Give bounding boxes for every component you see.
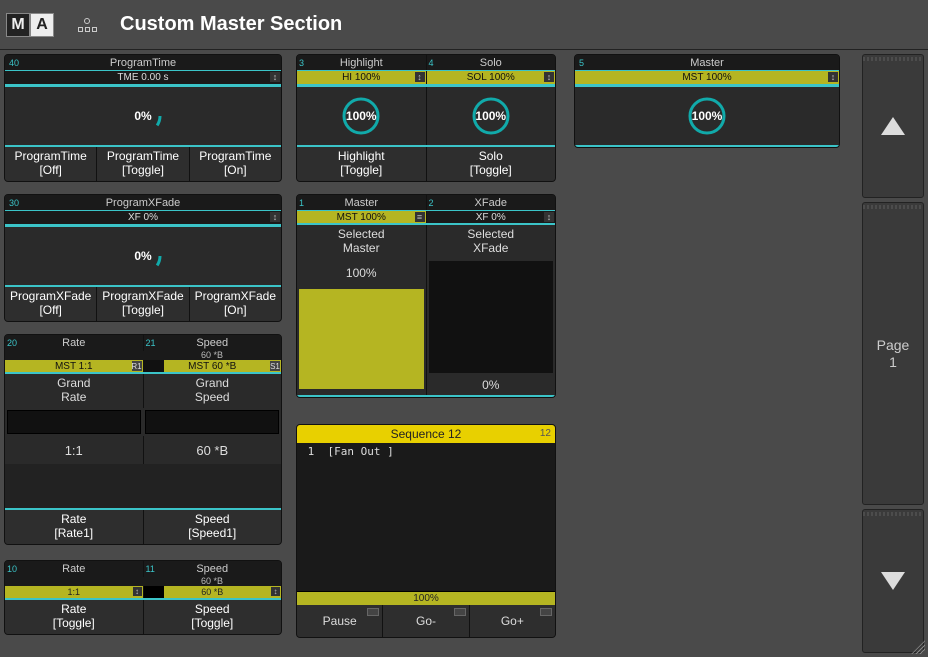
- panel-programtime[interactable]: 40 ProgramTime TME 0.00 s ↕ 0%: [4, 54, 282, 182]
- speed-toggle-button[interactable]: Speed [Toggle]: [144, 600, 282, 634]
- panel-programtime-name: ProgramTime: [110, 57, 176, 69]
- sequence-fader[interactable]: 100%: [297, 591, 555, 605]
- master-dial[interactable]: 100%: [686, 95, 728, 137]
- rate-slot[interactable]: [7, 410, 141, 434]
- speed-value[interactable]: 60 *B: [144, 436, 282, 464]
- page-up-button[interactable]: [862, 54, 924, 198]
- highlight-toggle-button[interactable]: Highlight [Toggle]: [297, 147, 427, 181]
- speed-speed1-button[interactable]: Speed [Speed1]: [144, 510, 282, 544]
- programxfade-dial[interactable]: 0%: [122, 235, 164, 277]
- rate-value[interactable]: 1:1: [5, 436, 144, 464]
- panel-programtime-id: 40: [9, 55, 19, 71]
- solo-dial[interactable]: 100%: [470, 95, 512, 137]
- header: M A Custom Master Section: [0, 0, 928, 50]
- highlight-dial[interactable]: 100%: [340, 95, 382, 137]
- page-sidebar: Page 1: [862, 54, 924, 653]
- selected-master-value[interactable]: 100%: [297, 259, 426, 287]
- indicator-icon: [454, 608, 466, 616]
- panel-rate-speed-small[interactable]: 10 Rate 11 Speed 60 *B: [4, 560, 282, 635]
- selected-xfade-value[interactable]: 0%: [427, 375, 556, 395]
- highlight-name: Highlight: [340, 57, 383, 69]
- speed-slot[interactable]: [145, 410, 279, 434]
- panel-master[interactable]: 5 Master MST 100% ↕ 100%: [574, 54, 840, 148]
- programtime-dial[interactable]: 0%: [122, 95, 164, 137]
- page-down-button[interactable]: [862, 509, 924, 653]
- solo-name: Solo: [480, 57, 502, 69]
- programtime-off-button[interactable]: ProgramTime [Off]: [5, 147, 97, 181]
- arrow-up-icon: [881, 117, 905, 135]
- panel-selected-master-xfade[interactable]: 1 Master 2 XFade MST 100% ≡: [296, 194, 556, 398]
- logo-a: A: [30, 13, 54, 37]
- rate-toggle-button[interactable]: Rate [Toggle]: [5, 600, 144, 634]
- selected-xfade-label: Selected XFade: [427, 225, 556, 259]
- panel-programtime-header: 40 ProgramTime: [5, 55, 281, 71]
- panel-sequence[interactable]: Sequence 12 12 1 [Fan Out ] 100% Pause: [296, 424, 556, 638]
- arrow-down-icon: [881, 572, 905, 590]
- master-name: Master: [690, 57, 724, 69]
- programtime-toggle-button[interactable]: ProgramTime [Toggle]: [97, 147, 189, 181]
- selected-master-label: Selected Master: [297, 225, 427, 259]
- programxfade-name: ProgramXFade: [106, 197, 181, 209]
- solo-toggle-button[interactable]: Solo [Toggle]: [427, 147, 556, 181]
- programxfade-toggle-button[interactable]: ProgramXFade [Toggle]: [97, 287, 189, 321]
- selected-master-fader[interactable]: [299, 289, 424, 389]
- workspace: 40 ProgramTime TME 0.00 s ↕ 0%: [4, 54, 858, 653]
- layout-icon[interactable]: [72, 10, 102, 40]
- sequence-gominus-button[interactable]: Go-: [383, 605, 469, 637]
- panel-rate-speed[interactable]: 20 Rate 21 Speed 60 *B MST 1:1: [4, 334, 282, 545]
- sequence-goplus-button[interactable]: Go+: [470, 605, 555, 637]
- programxfade-off-button[interactable]: ProgramXFade [Off]: [5, 287, 97, 321]
- grand-rate-label: Grand Rate: [5, 374, 144, 408]
- page-title: Custom Master Section: [120, 13, 342, 36]
- selected-xfade-fader[interactable]: [429, 261, 554, 373]
- updown-icon: ↕: [133, 587, 142, 596]
- updown-icon: ↕: [271, 587, 280, 596]
- panel-highlight-solo[interactable]: 3 Highlight 4 Solo HI 100% ↕: [296, 54, 556, 182]
- sequence-header[interactable]: Sequence 12 12: [297, 425, 555, 443]
- logo: M A: [6, 13, 54, 37]
- sequence-pause-button[interactable]: Pause: [297, 605, 383, 637]
- indicator-icon: [540, 608, 552, 616]
- programtime-on-button[interactable]: ProgramTime [On]: [190, 147, 281, 181]
- logo-m: M: [6, 13, 30, 37]
- panel-programxfade[interactable]: 30 ProgramXFade XF 0% ↕ 0%: [4, 194, 282, 322]
- programxfade-on-button[interactable]: ProgramXFade [On]: [190, 287, 281, 321]
- sequence-cuelist[interactable]: 1 [Fan Out ]: [297, 443, 555, 591]
- page-indicator[interactable]: Page 1: [862, 202, 924, 505]
- grand-speed-label: Grand Speed: [144, 374, 282, 408]
- programtime-bar-label: TME 0.00 s: [5, 71, 281, 85]
- rate-rate1-button[interactable]: Rate [Rate1]: [5, 510, 144, 544]
- indicator-icon: [367, 608, 379, 616]
- resize-grip-icon[interactable]: [911, 640, 925, 654]
